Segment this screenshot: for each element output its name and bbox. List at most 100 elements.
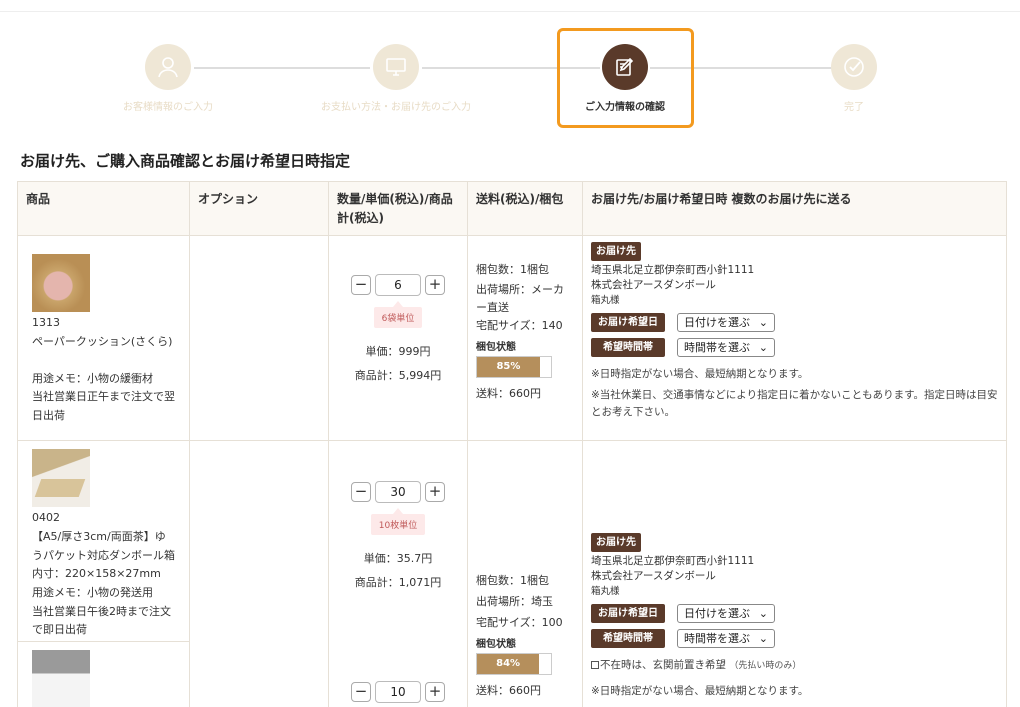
address-line: 埼玉県北足立郡伊奈町西小針1111 xyxy=(591,264,755,277)
ship-origin: 出荷場所：メーカー直送 xyxy=(476,283,564,314)
chevron-down-icon: ⌄ xyxy=(758,316,768,330)
product-memo: 用途メモ：小物の緩衝材 xyxy=(32,371,153,385)
delivery-time-select[interactable]: 時間帯を選ぶ ⌄ xyxy=(677,338,775,358)
item-cell: 1313 ペーパークッション(さくら) 用途メモ：小物の緩衝材 当社営業日正午ま… xyxy=(17,235,190,442)
chevron-down-icon: ⌄ xyxy=(758,607,768,621)
header-option: オプション xyxy=(189,180,329,237)
product-code: 1313 xyxy=(32,316,60,330)
table-row: 0402 【A5/厚さ3cm/両面茶】ゆうパケット対応ダンボール箱 内寸：220… xyxy=(17,440,1007,707)
chevron-down-icon: ⌄ xyxy=(758,632,768,646)
step-label: お客様情報のご入力 xyxy=(123,102,213,113)
chevron-down-icon: ⌄ xyxy=(758,341,768,355)
destination-badge: お届け先 xyxy=(591,242,641,262)
unit-tag: 6袋単位 xyxy=(373,301,423,329)
select-value: 時間帯を選ぶ xyxy=(684,632,750,646)
quantity-input[interactable]: 6 xyxy=(375,274,421,297)
delivery-date-label: お届け希望日 xyxy=(591,604,665,624)
increase-qty-button[interactable]: + xyxy=(425,275,445,296)
recipient-name: 箱丸様 xyxy=(591,294,620,306)
header-item: 商品 xyxy=(17,180,190,237)
check-icon xyxy=(831,44,877,90)
item-cell: 0402 【A5/厚さ3cm/両面茶】ゆうパケット対応ダンボール箱 内寸：220… xyxy=(17,440,190,707)
subtotal: 商品計：5,994円 xyxy=(354,369,442,383)
checkout-stepper: お客様情報のご入力 お支払い方法・お届け先のご入力 ご入力情報の確認 完了 xyxy=(0,28,1020,128)
product-thumbnail[interactable] xyxy=(32,254,90,313)
step-complete: 完了 xyxy=(769,28,939,113)
select-value: 時間帯を選ぶ xyxy=(684,341,750,355)
absent-note: （先払い時のみ） xyxy=(729,661,802,672)
decrease-qty-button[interactable]: − xyxy=(351,682,371,703)
delivery-disclaimer: ※当社休業日、交通事情などにより指定日に着かないこともあります。指定日時は目安と… xyxy=(591,389,998,418)
shipping-fee: 送料：660円 xyxy=(476,387,541,401)
product-shipping-note: 当社営業日午後2時まで注文で即日出荷 xyxy=(32,604,171,637)
unit-tag: 10枚単位 xyxy=(370,508,426,536)
active-step-highlight xyxy=(557,28,694,128)
packing-status-title: 梱包状態 xyxy=(476,342,516,354)
package-count: 梱包数：1梱包 xyxy=(476,263,549,277)
delivery-time-label: 希望時間帯 xyxy=(591,629,665,649)
delivery-date-select[interactable]: 日付けを選ぶ ⌄ xyxy=(677,604,775,624)
ship-origin: 出荷場所：埼玉 xyxy=(476,595,553,609)
packing-status-bar: 85% xyxy=(476,356,552,379)
option-cell xyxy=(189,235,329,442)
table-row: 1313 ペーパークッション(さくら) 用途メモ：小物の緩衝材 当社営業日正午ま… xyxy=(17,235,1007,442)
unit-price: 単価：999円 xyxy=(365,345,431,359)
destination-cell: お届け先 埼玉県北足立郡伊奈町西小針1111 株式会社アースダンボール 箱丸様 … xyxy=(582,235,1007,442)
recipient-name: 箱丸様 xyxy=(591,585,620,597)
quantity-input[interactable]: 10 xyxy=(375,681,421,704)
product-name[interactable]: 【A5/厚さ3cm/両面茶】ゆうパケット対応ダンボール箱 xyxy=(32,528,175,565)
order-table: 商品 オプション 数量/単価(税込)/商品計(税込) 送料(税込)/梱包 お届け… xyxy=(17,180,1007,707)
product-dimensions: 内寸：220×158×27mm xyxy=(32,567,161,581)
delivery-note: ※日時指定がない場合、最短納期となります。 xyxy=(591,685,809,698)
delivery-time-select[interactable]: 時間帯を選ぶ ⌄ xyxy=(677,629,775,649)
packing-status-title: 梱包状態 xyxy=(476,638,516,650)
step-label: 完了 xyxy=(844,102,864,113)
packing-status-bar: 84% xyxy=(476,652,552,675)
product-shipping-note: 当社営業日正午まで注文で翌日出荷 xyxy=(32,390,175,422)
subtotal: 商品計：1,071円 xyxy=(354,576,442,590)
header-qty: 数量/単価(税込)/商品計(税込) xyxy=(328,180,468,237)
increase-qty-button[interactable]: + xyxy=(425,682,445,703)
decrease-qty-button[interactable]: − xyxy=(351,275,371,296)
absent-option[interactable]: 不在時は、玄関前置き希望 （先払い時のみ） xyxy=(591,657,998,674)
destination-cell: お届け先 埼玉県北足立郡伊奈町西小針1111 株式会社アースダンボール 箱丸様 … xyxy=(582,440,1007,707)
header-destination: お届け先/お届け希望日時 複数のお届け先に送る xyxy=(582,180,1007,237)
unit-price: 単価：35.7円 xyxy=(363,552,433,566)
decrease-qty-button[interactable]: − xyxy=(351,482,371,503)
destination-badge: お届け先 xyxy=(591,533,641,553)
section-title: お届け先、ご購入商品確認とお届け希望日時指定 xyxy=(20,152,351,170)
product-name[interactable]: ペーパークッション(さくら) xyxy=(32,333,175,352)
company-name: 株式会社アースダンボール xyxy=(591,279,716,292)
user-icon xyxy=(145,44,191,90)
package-count: 梱包数：1梱包 xyxy=(476,574,549,588)
product-thumbnail[interactable] xyxy=(32,650,90,707)
step-label: お支払い方法・お届け先のご入力 xyxy=(321,102,471,113)
qty-cell: − 6 + 6袋単位 単価：999円 商品計：5,994円 xyxy=(328,235,468,442)
packing-status-fill: 84% xyxy=(477,653,540,674)
product-code: 0402 xyxy=(32,511,60,525)
top-header-strip xyxy=(0,0,1020,12)
qty-cell: − 30 + 10枚単位 単価：35.7円 商品計：1,071円 − 10 + xyxy=(328,440,468,707)
shipping-cell: 梱包数：1梱包 出荷場所：埼玉 宅配サイズ：100 梱包状態 84% 送料：66… xyxy=(467,440,583,707)
absent-label: 不在時は、玄関前置き希望 xyxy=(600,659,726,672)
select-value: 日付けを選ぶ xyxy=(684,607,750,621)
increase-qty-button[interactable]: + xyxy=(425,482,445,503)
delivery-size: 宅配サイズ：140 xyxy=(476,319,563,333)
delivery-time-label: 希望時間帯 xyxy=(591,338,665,358)
product-memo: 用途メモ：小物の発送用 xyxy=(32,585,153,599)
delivery-note: ※日時指定がない場合、最短納期となります。 xyxy=(591,368,809,381)
step-customer-info: お客様情報のご入力 xyxy=(83,28,253,113)
table-header-row: 商品 オプション 数量/単価(税込)/商品計(税込) 送料(税込)/梱包 お届け… xyxy=(17,180,1007,237)
address-line: 埼玉県北足立郡伊奈町西小針1111 xyxy=(591,555,755,568)
shipping-cell: 梱包数：1梱包 出荷場所：メーカー直送 宅配サイズ：140 梱包状態 85% 送… xyxy=(467,235,583,442)
product-thumbnail[interactable] xyxy=(32,449,90,508)
delivery-date-label: お届け希望日 xyxy=(591,313,665,333)
header-shipping: 送料(税込)/梱包 xyxy=(467,180,583,237)
absent-checkbox[interactable] xyxy=(591,661,599,670)
quantity-input[interactable]: 30 xyxy=(375,481,421,504)
packing-status-fill: 85% xyxy=(477,357,540,378)
step-payment-shipping: お支払い方法・お届け先のご入力 xyxy=(311,28,481,113)
delivery-date-select[interactable]: 日付けを選ぶ ⌄ xyxy=(677,313,775,333)
option-cell xyxy=(189,440,329,707)
monitor-icon xyxy=(373,44,419,90)
